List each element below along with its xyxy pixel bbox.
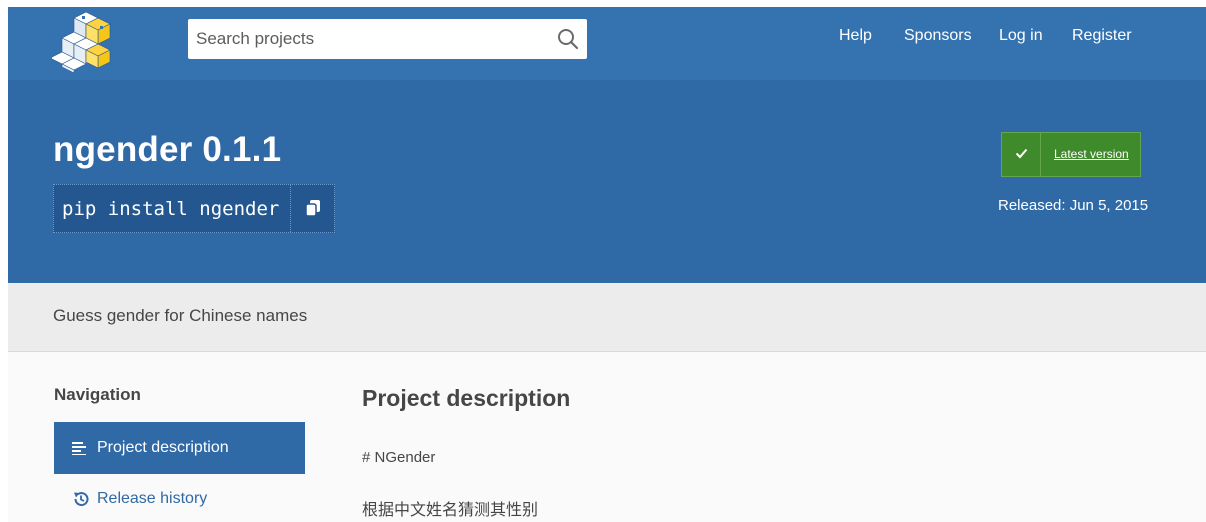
check-icon [1002,133,1041,176]
sidebar-item-release-history[interactable]: Release history [54,485,305,515]
pypi-logo-icon[interactable] [49,10,120,74]
search-icon[interactable] [557,28,579,50]
history-icon [74,492,89,507]
top-nav: Help Sponsors Log in Register [8,7,1206,80]
nav-login-link[interactable]: Log in [999,27,1043,45]
nav-help-link[interactable]: Help [839,27,872,45]
sidebar-heading: Navigation [54,385,141,404]
sidebar-item-project-description[interactable]: Project description [54,422,305,474]
pip-command-box: pip install ngender [53,184,335,233]
release-date: Released: Jun 5, 2015 [998,197,1149,214]
latest-version-badge[interactable]: Latest version [1001,132,1141,177]
package-summary-bar: Guess gender for Chinese names [8,283,1206,352]
pypi-page: Help Sponsors Log in Register ngender 0.… [8,7,1206,522]
package-summary: Guess gender for Chinese names [53,306,308,325]
search-input[interactable] [188,19,548,59]
list-lines-icon [72,442,86,455]
package-title: ngender 0.1.1 [53,130,282,169]
nav-sponsors-link[interactable]: Sponsors [904,27,972,45]
sidebar-item-label: Release history [97,490,208,507]
package-header: ngender 0.1.1 pip install ngender Latest… [8,80,1206,283]
search-box [188,19,587,59]
copy-icon[interactable] [290,185,335,232]
main-content: Navigation Project description Release h… [8,352,1206,522]
latest-version-link[interactable]: Latest version [1054,147,1129,161]
description-text: 根据中文姓名猜测其性别 [362,502,539,519]
project-description-heading: Project description [362,385,571,411]
pip-command[interactable]: pip install ngender [62,198,279,220]
nav-register-link[interactable]: Register [1072,27,1132,45]
sidebar-item-label: Project description [97,439,229,456]
description-text: # NGender [362,449,436,466]
